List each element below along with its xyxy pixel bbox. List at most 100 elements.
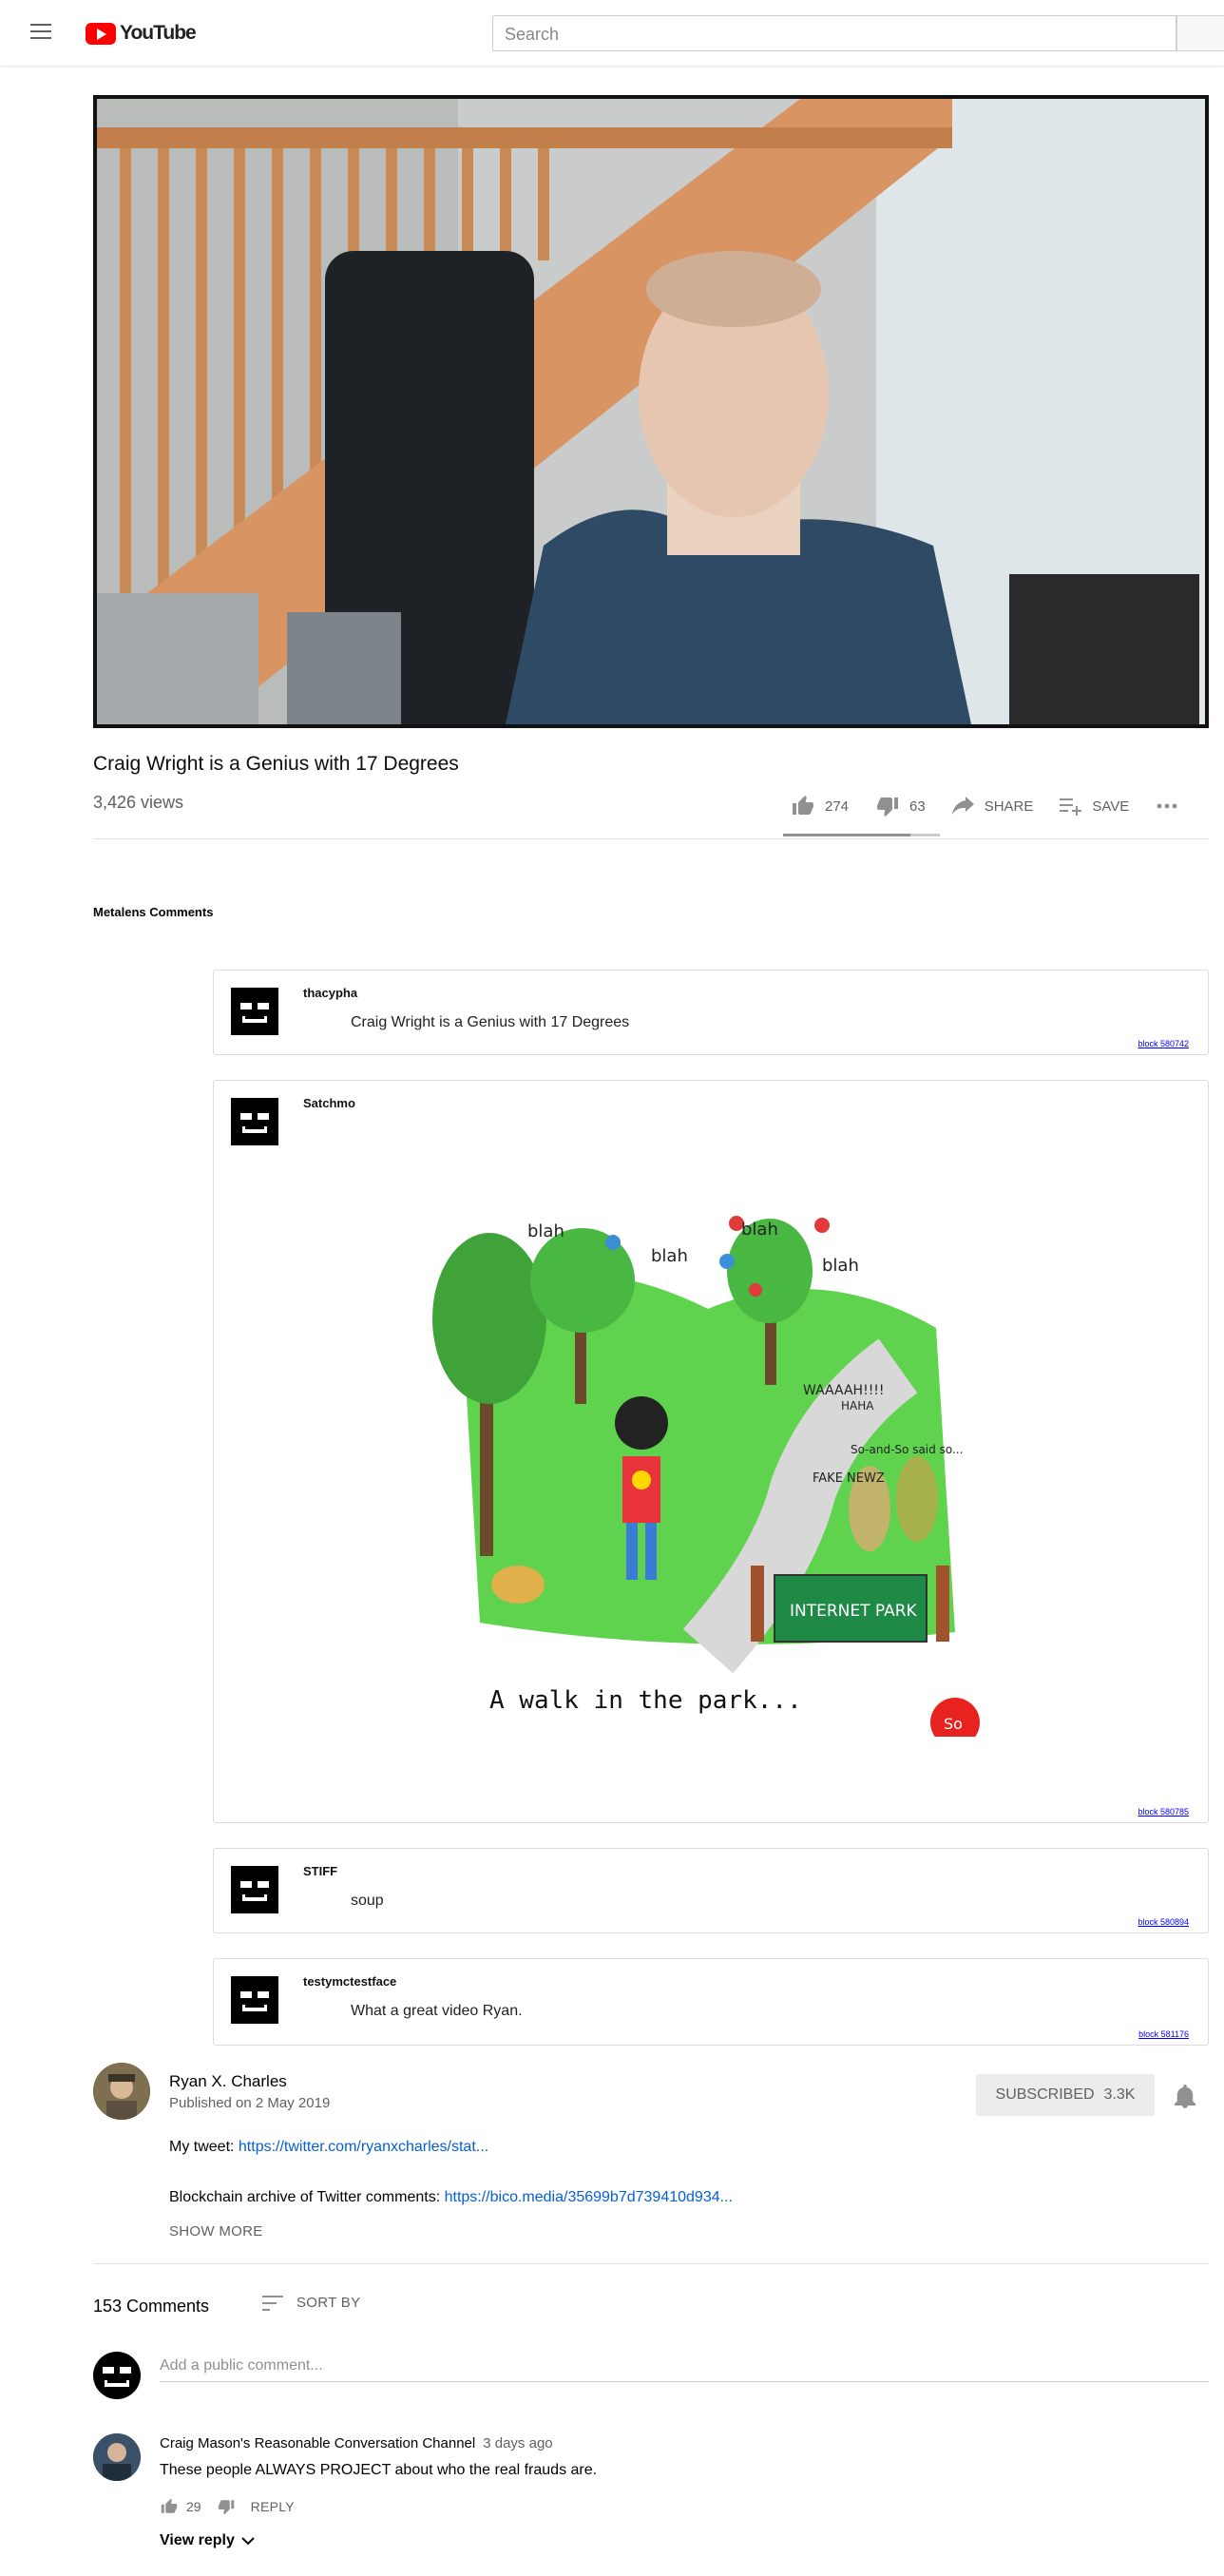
tweet-prefix: My tweet: xyxy=(169,2139,239,2155)
share-label: SHARE xyxy=(984,798,1034,815)
search-button[interactable] xyxy=(1176,15,1224,51)
cartoon-soandso: So-and-So said so... xyxy=(851,1443,963,1456)
cartoon-signature: So xyxy=(944,1715,963,1733)
cartoon-blah-4: blah xyxy=(822,1256,859,1276)
avatar xyxy=(231,988,278,1035)
metalens-comment: Satchmo blah blah blah blah WAAAAH!!!! H… xyxy=(213,1080,1209,1823)
cartoon-blah-1: blah xyxy=(527,1221,564,1241)
more-actions-button[interactable] xyxy=(1156,802,1188,810)
dislike-count: 63 xyxy=(909,798,926,815)
description-archive: Blockchain archive of Twitter comments: … xyxy=(169,2189,733,2206)
avatar xyxy=(231,1098,278,1145)
dislike-button[interactable]: 63 xyxy=(875,795,926,817)
comment-like-count: 29 xyxy=(186,2499,201,2514)
block-link[interactable]: block 581176 xyxy=(1138,2029,1189,2039)
publish-date: Published on 2 May 2019 xyxy=(169,2095,331,2111)
add-comment-input[interactable]: Add a public comment... xyxy=(160,2354,1209,2382)
video-title: Craig Wright is a Genius with 17 Degrees xyxy=(93,753,459,775)
video-frame xyxy=(97,99,1205,724)
archive-link[interactable]: https://bico.media/35699b7d739410d934... xyxy=(445,2189,733,2205)
person-avatar-icon xyxy=(93,2433,141,2481)
comment-actions: 29 REPLY xyxy=(160,2498,310,2515)
view-reply-button[interactable]: View reply xyxy=(160,2532,256,2549)
channel-avatar[interactable] xyxy=(93,2063,150,2120)
tweet-link[interactable]: https://twitter.com/ryanxcharles/stat... xyxy=(239,2139,488,2155)
block-link[interactable]: block 580894 xyxy=(1138,1917,1189,1927)
avatar xyxy=(231,1976,278,2024)
cartoon-fakenews: FAKE NEWZ xyxy=(813,1471,885,1486)
cartoon-sign: INTERNET PARK xyxy=(790,1602,918,1621)
comment-text: These people ALWAYS PROJECT about who th… xyxy=(160,2462,598,2478)
metalens-comment: testymctestface What a great video Ryan.… xyxy=(213,1958,1209,2046)
chevron-down-icon xyxy=(241,2537,255,2546)
thumbs-down-icon xyxy=(218,2500,234,2515)
block-link[interactable]: block 580742 xyxy=(1138,1039,1189,1048)
reply-button[interactable]: REPLY xyxy=(251,2499,295,2514)
playlist-add-icon xyxy=(1060,798,1082,816)
metalens-heading: Metalens Comments xyxy=(93,905,214,919)
divider xyxy=(93,2263,1209,2264)
metalens-username[interactable]: thacypha xyxy=(303,986,357,1000)
sort-label: SORT BY xyxy=(296,2295,361,2311)
subscriber-count: 3.3K xyxy=(1103,2086,1136,2103)
robot-face-icon xyxy=(240,1991,269,2011)
robot-face-icon xyxy=(240,1881,269,1901)
block-link[interactable]: block 580785 xyxy=(1138,1807,1189,1817)
metalens-comment-text: Craig Wright is a Genius with 17 Degrees xyxy=(351,1014,630,1030)
more-horiz-icon xyxy=(1157,803,1177,809)
sentiment-bar xyxy=(783,834,940,836)
youtube-logo[interactable]: YouTube xyxy=(86,21,197,46)
thumbs-up-icon xyxy=(793,796,813,815)
search-input[interactable]: Search xyxy=(492,15,1176,51)
cartoon-blah-2: blah xyxy=(651,1246,688,1266)
menu-icon[interactable] xyxy=(30,24,53,41)
comment-count: 153 Comments xyxy=(93,2297,210,2316)
like-button[interactable]: 274 xyxy=(791,795,849,817)
sentiment-bar-fill xyxy=(783,834,910,836)
person-avatar-icon xyxy=(93,2063,150,2120)
robot-face-icon xyxy=(240,1113,269,1133)
metalens-username[interactable]: STIFF xyxy=(303,1864,337,1878)
cartoon-waah: WAAAAH!!!! xyxy=(803,1383,885,1398)
share-button[interactable]: SHARE xyxy=(951,797,1034,816)
sort-by-button[interactable]: SORT BY xyxy=(262,2295,360,2311)
logo-text: YouTube xyxy=(120,22,197,44)
robot-face-icon xyxy=(240,1003,269,1023)
subscribe-label: SUBSCRIBED xyxy=(995,2086,1095,2103)
view-count: 3,426 views xyxy=(93,793,184,812)
video-actions: 274 63 SHARE SAVE xyxy=(791,795,1214,817)
channel-name[interactable]: Ryan X. Charles xyxy=(169,2072,287,2091)
share-icon xyxy=(951,797,974,815)
thumbs-up-icon xyxy=(161,2498,178,2513)
comment-author-name[interactable]: Craig Mason's Reasonable Conversation Ch… xyxy=(160,2435,475,2451)
save-label: SAVE xyxy=(1092,798,1130,815)
cartoon-blah-3: blah xyxy=(741,1220,778,1240)
like-count: 274 xyxy=(825,798,850,815)
subscribe-button[interactable]: SUBSCRIBED 3.3K xyxy=(976,2074,1155,2116)
view-reply-label: View reply xyxy=(160,2532,235,2548)
notification-bell-button[interactable] xyxy=(1175,2084,1195,2113)
masthead: YouTube Search xyxy=(0,0,1224,67)
my-avatar xyxy=(93,2352,141,2399)
metalens-comment-text: What a great video Ryan. xyxy=(351,2003,523,2019)
comment-dislike-button[interactable] xyxy=(217,2498,236,2515)
cartoon-caption: A walk in the park... xyxy=(489,1686,802,1715)
metalens-comment-text: soup xyxy=(351,1893,384,1909)
comment-like-button[interactable]: 29 xyxy=(160,2498,201,2515)
archive-prefix: Blockchain archive of Twitter comments: xyxy=(169,2189,445,2205)
comment-time[interactable]: 3 days ago xyxy=(483,2435,552,2451)
cartoon-haha: HAHA xyxy=(841,1399,874,1413)
play-logo-icon xyxy=(86,22,116,45)
metalens-username[interactable]: testymctestface xyxy=(303,1974,396,1989)
cartoon-image: blah blah blah blah WAAAAH!!!! HAHA So-a… xyxy=(432,1216,980,1737)
save-button[interactable]: SAVE xyxy=(1060,797,1129,816)
show-more-button[interactable]: SHOW MORE xyxy=(169,2223,263,2240)
bell-icon xyxy=(1175,2085,1195,2108)
metalens-username[interactable]: Satchmo xyxy=(303,1096,355,1110)
comment-author[interactable]: Craig Mason's Reasonable Conversation Ch… xyxy=(160,2435,553,2451)
video-player[interactable] xyxy=(93,95,1209,728)
description-tweet: My tweet: https://twitter.com/ryanxcharl… xyxy=(169,2139,488,2156)
comment-avatar[interactable] xyxy=(93,2433,141,2481)
sort-icon xyxy=(262,2295,283,2311)
divider xyxy=(93,838,1209,839)
